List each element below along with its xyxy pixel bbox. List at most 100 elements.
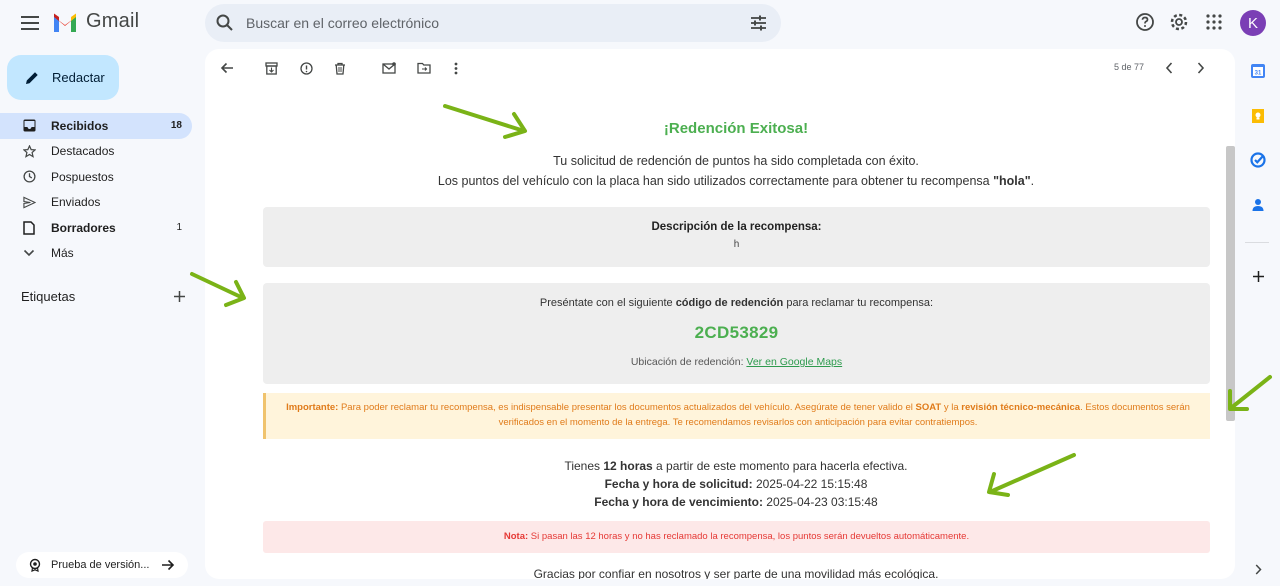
description-box: Descripción de la recompensa: h <box>263 207 1210 267</box>
sidebar-item-label: Pospuestos <box>51 169 114 184</box>
annotation-arrow-icon <box>190 272 246 307</box>
expiry-datetime: Fecha y hora de vencimiento: 2025-04-23 … <box>205 493 1235 511</box>
contacts-app-button[interactable] <box>1249 196 1267 214</box>
labels-section-header: Etiquetas <box>21 289 186 304</box>
labels-title: Etiquetas <box>21 289 76 304</box>
note-box: Nota: Si pasan las 12 horas y no has rec… <box>263 521 1210 553</box>
redemption-location: Ubicación de redención: Ver en Google Ma… <box>263 356 1210 368</box>
note-label: Nota: <box>503 531 529 542</box>
sidebar-item-starred[interactable]: Destacados <box>0 139 192 165</box>
search-bar[interactable] <box>205 4 781 42</box>
apps-button[interactable] <box>1203 11 1225 33</box>
svg-text:31: 31 <box>1255 71 1262 77</box>
request-label: Fecha y hora de solicitud: <box>604 477 753 491</box>
sidebar-nav: Recibidos 18 Destacados Pospuestos Envia… <box>0 113 194 266</box>
keep-app-button[interactable] <box>1249 107 1267 125</box>
sidebar-item-drafts[interactable]: Borradores 1 <box>0 215 192 241</box>
sidebar-item-label: Más <box>51 246 74 261</box>
expand-side-panel-button[interactable] <box>1249 560 1267 578</box>
promo-label: Prueba de versión... <box>51 559 150 571</box>
email-body: ¡Redención Exitosa! Tu solicitud de rede… <box>205 49 1235 579</box>
sidebar-item-label: Enviados <box>51 195 101 210</box>
intro-text: Los puntos del vehículo con la placa han… <box>437 174 994 188</box>
gmail-m-icon <box>52 12 78 32</box>
sidebar-item-sent[interactable]: Enviados <box>0 190 192 216</box>
account-avatar[interactable]: K <box>1240 10 1266 36</box>
sidebar-item-snoozed[interactable]: Pospuestos <box>0 164 192 190</box>
gmail-logo[interactable]: Gmail <box>52 10 139 33</box>
intro-suffix: . <box>1030 174 1035 188</box>
settings-button[interactable] <box>1168 11 1190 33</box>
hamburger-icon <box>21 16 39 30</box>
warning-text-2: y la <box>941 402 962 413</box>
pencil-icon <box>24 70 40 86</box>
draft-icon <box>22 221 36 235</box>
keep-icon <box>1251 108 1265 124</box>
clock-icon <box>22 170 36 184</box>
tasks-app-button[interactable] <box>1249 151 1267 169</box>
message-view: 5 de 77 ¡Redención Exitosa! Tu solicitud… <box>205 49 1235 579</box>
annotation-arrow-icon <box>443 104 527 139</box>
rtm-text: revisión técnico-mecánica <box>961 402 1081 413</box>
time-bold: 12 horas <box>603 459 653 473</box>
unread-count: 18 <box>170 120 182 132</box>
help-icon <box>1135 12 1155 32</box>
help-button[interactable] <box>1134 11 1156 33</box>
calendar-icon: 31 <box>1250 63 1266 79</box>
thanks-text: Gracias por confiar en nosotros y ser pa… <box>533 567 939 579</box>
tasks-icon <box>1250 152 1266 168</box>
request-datetime: Fecha y hora de solicitud: 2025-04-22 15… <box>205 475 1235 493</box>
sidebar-item-label: Recibidos <box>51 118 109 133</box>
code-intro-suffix: para reclamar tu recompensa: <box>783 297 934 309</box>
code-intro-bold: código de redención <box>675 297 784 309</box>
warning-label: Importante: <box>286 402 339 413</box>
time-prefix: Tienes <box>564 459 604 473</box>
plus-icon <box>1252 270 1265 283</box>
location-label: Ubicación de redención: <box>630 356 747 368</box>
add-addon-button[interactable] <box>1249 267 1267 285</box>
compose-label: Redactar <box>52 70 105 85</box>
sidebar-item-label: Borradores <box>51 220 116 235</box>
main-menu-button[interactable] <box>16 11 44 35</box>
intro-line-1: Tu solicitud de redención de puntos ha s… <box>553 154 919 168</box>
inbox-icon <box>22 119 36 133</box>
intro-line-2: Los puntos del vehículo con la placa han… <box>205 174 1235 188</box>
send-icon <box>22 195 36 209</box>
email-title: ¡Redención Exitosa! <box>663 120 809 137</box>
sidebar-item-more[interactable]: Más <box>0 241 192 267</box>
time-suffix: a partir de este momento para hacerla ef… <box>652 459 908 473</box>
validity-info: Tienes 12 horas a partir de este momento… <box>205 457 1235 511</box>
description-title: Descripción de la recompensa: <box>651 221 822 233</box>
code-intro-prefix: Preséntate con el siguiente <box>539 297 676 309</box>
contacts-icon <box>1251 197 1265 213</box>
warning-text-1: Para poder reclamar tu recompensa, es in… <box>338 402 916 413</box>
side-panel-divider <box>1245 242 1269 243</box>
calendar-app-button[interactable]: 31 <box>1249 62 1267 80</box>
redemption-code: 2CD53829 <box>694 323 779 342</box>
request-value: 2025-04-22 15:15:48 <box>752 477 868 491</box>
gear-icon <box>1169 12 1189 32</box>
app-name: Gmail <box>86 10 140 32</box>
add-label-icon[interactable] <box>173 290 186 303</box>
validity-line: Tienes 12 horas a partir de este momento… <box>205 457 1235 475</box>
star-icon <box>22 144 36 158</box>
sidebar-item-label: Destacados <box>51 144 115 159</box>
soat-text: SOAT <box>915 402 942 413</box>
arrow-right-icon <box>161 559 175 571</box>
search-options-icon[interactable] <box>750 15 767 31</box>
code-intro: Preséntate con el siguiente código de re… <box>263 297 1210 309</box>
search-input[interactable] <box>246 15 716 31</box>
annotation-arrow-icon <box>987 453 1076 497</box>
draft-count: 1 <box>176 222 182 234</box>
important-warning: Importante: Para poder reclamar tu recom… <box>263 393 1210 439</box>
search-icon[interactable] <box>216 14 234 32</box>
trial-promo-button[interactable]: Prueba de versión... <box>16 552 188 578</box>
chevron-right-icon <box>1255 563 1262 575</box>
annotation-arrow-icon <box>1228 375 1272 411</box>
chevron-down-icon <box>22 246 36 260</box>
sidebar-item-inbox[interactable]: Recibidos 18 <box>0 113 192 139</box>
google-maps-link[interactable]: Ver en Google Maps <box>746 356 842 368</box>
compose-button[interactable]: Redactar <box>7 55 119 100</box>
badge-icon <box>28 558 42 572</box>
note-text: Si pasan las 12 horas y no has reclamado… <box>528 531 970 542</box>
